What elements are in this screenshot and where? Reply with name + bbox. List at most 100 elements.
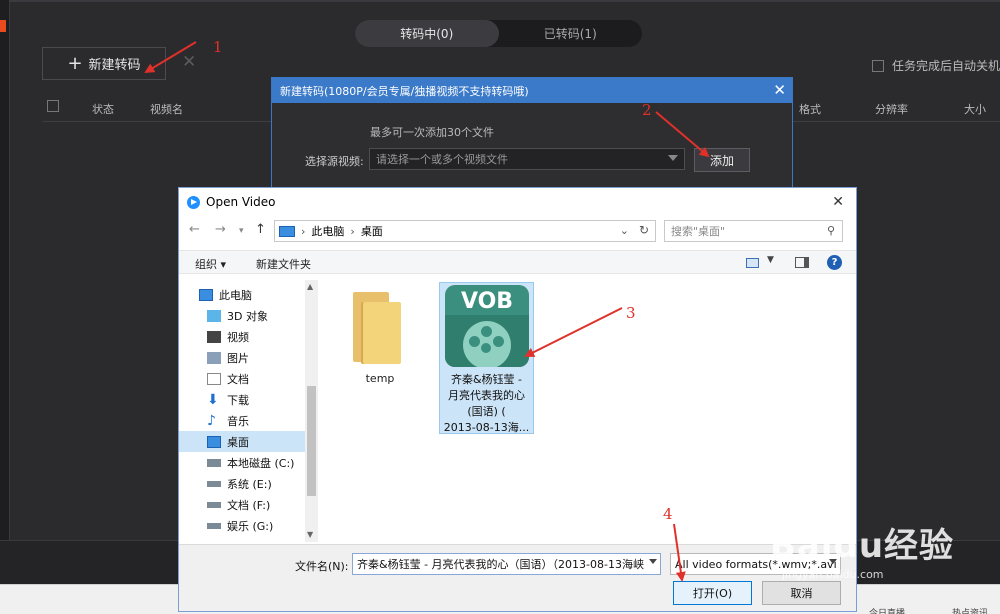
- tree-item-this-pc[interactable]: 此电脑: [199, 284, 319, 305]
- view-icon[interactable]: [746, 258, 759, 268]
- auto-shutdown-option[interactable]: 任务完成后自动关机: [871, 57, 1000, 74]
- chevron-down-icon[interactable]: ▼: [767, 255, 774, 265]
- chevron-right-icon: ›: [350, 224, 355, 238]
- vob-file-icon[interactable]: VOB: [445, 285, 529, 367]
- app-sidebar: [0, 0, 10, 540]
- tree-item-label: 此电脑: [219, 288, 252, 302]
- close-icon[interactable]: ✕: [182, 52, 196, 72]
- tree-item-downloads[interactable]: ⬇ 下载: [207, 389, 319, 410]
- vob-name-line: 月亮代表我的心: [448, 389, 525, 402]
- tree-item-label: 图片: [227, 351, 249, 365]
- reel-hole: [481, 343, 491, 353]
- tree-item-label: 本地磁盘 (C:): [227, 456, 295, 470]
- address-bar[interactable]: › 此电脑 › 桌面 ⌄ ↻: [274, 220, 656, 242]
- watermark-text: Baidu经验: [770, 526, 955, 566]
- baidu-watermark: Baidu经验 jingyan.baidu.com: [764, 500, 1000, 581]
- source-video-label: 选择源视频:: [305, 155, 364, 168]
- tree-item-videos[interactable]: 视频: [207, 326, 319, 347]
- filename-field[interactable]: 齐秦&杨钰莹 - 月亮代表我的心（国语）（2013-08-13海峡: [352, 553, 661, 575]
- tree-item-label: 娱乐 (G:): [227, 519, 274, 533]
- close-icon[interactable]: ✕: [832, 194, 844, 210]
- new-convert-dialog-title: 新建转码(1080P/会员专属/独播视频不支持转码哦): [272, 78, 792, 103]
- back-arrow-icon[interactable]: ←: [189, 222, 200, 237]
- filename-row: 文件名(N): 齐秦&杨钰莹 - 月亮代表我的心（国语）（2013-08-13海…: [179, 544, 856, 611]
- drive-icon: [207, 480, 221, 487]
- new-convert-button[interactable]: + 新建转码: [42, 47, 166, 80]
- new-convert-label: 新建转码: [88, 58, 141, 73]
- vob-name-line: (国语) (: [467, 405, 506, 418]
- col-video-name: 视频名: [150, 103, 183, 116]
- forward-arrow-icon[interactable]: →: [215, 222, 226, 237]
- tree-scrollbar[interactable]: ▲ ▼: [305, 280, 318, 542]
- tab-converted[interactable]: 已转码(1): [499, 20, 643, 47]
- drive-icon: [207, 501, 221, 508]
- chevron-down-icon[interactable]: ⌄: [620, 224, 629, 237]
- close-icon[interactable]: ✕: [773, 81, 786, 99]
- status-tabs: 转码中(0) 已转码(1): [355, 20, 642, 47]
- col-size: 大小: [964, 103, 986, 116]
- recent-dropdown-icon[interactable]: ▾: [239, 226, 244, 236]
- col-format: 格式: [799, 103, 821, 116]
- tree-item-desktop[interactable]: 桌面: [179, 431, 305, 452]
- reel-hole: [469, 336, 480, 347]
- tree-item-drive-g[interactable]: 娱乐 (G:): [207, 515, 319, 536]
- tree-item-drive-f[interactable]: 文档 (F:): [207, 494, 319, 515]
- scroll-up-icon[interactable]: ▲: [307, 282, 313, 291]
- pictures-icon: [207, 351, 221, 364]
- new-folder-button[interactable]: 新建文件夹: [256, 256, 311, 272]
- reel-hole: [493, 336, 504, 347]
- drive-icon: [207, 458, 221, 467]
- file-item-vob-name[interactable]: 齐秦&杨钰莹 - 月亮代表我的心 (国语) ( 2013-08-13海...: [440, 372, 533, 436]
- file-item-temp[interactable]: temp: [355, 372, 405, 385]
- tree-item-label: 音乐: [227, 414, 249, 428]
- file-limit-hint: 最多可一次添加30个文件: [370, 126, 494, 139]
- breadcrumb-this-pc[interactable]: 此电脑: [311, 223, 344, 239]
- tab-converting[interactable]: 转码中(0): [355, 20, 499, 47]
- tree-item-pictures[interactable]: 图片: [207, 347, 319, 368]
- col-status: 状态: [92, 103, 114, 116]
- tree-item-drive-e[interactable]: 系统 (E:): [207, 473, 319, 494]
- annotation-label-1: 1: [213, 38, 223, 56]
- plus-icon: +: [67, 52, 83, 74]
- preview-pane-icon[interactable]: [795, 257, 809, 268]
- breadcrumb-desktop[interactable]: 桌面: [361, 223, 383, 239]
- scroll-down-icon[interactable]: ▼: [307, 530, 313, 539]
- help-icon[interactable]: ?: [827, 255, 842, 270]
- vob-name-line: 齐秦&杨钰莹 -: [450, 373, 523, 386]
- tree-item-documents[interactable]: 文档: [207, 368, 319, 389]
- video-icon: [207, 330, 221, 343]
- drive-icon: [207, 522, 221, 529]
- scrollbar-thumb[interactable]: [307, 386, 316, 496]
- cancel-button[interactable]: 取消: [762, 581, 841, 605]
- tree-item-music[interactable]: ♪ 音乐: [207, 410, 319, 431]
- auto-shutdown-checkbox[interactable]: [871, 59, 884, 72]
- film-reel-icon: [463, 321, 511, 367]
- search-input[interactable]: 搜索"桌面" ⚲: [664, 220, 843, 242]
- annotation-label-4: 4: [663, 505, 673, 523]
- open-button[interactable]: 打开(O): [673, 581, 752, 605]
- refresh-icon[interactable]: ↻: [639, 223, 649, 237]
- tree-item-label: 下载: [227, 393, 249, 407]
- add-button[interactable]: 添加: [694, 148, 750, 172]
- taskbar-live[interactable]: 今日直播: [869, 606, 905, 614]
- taskbar-news[interactable]: 热点资讯: [952, 606, 988, 614]
- chevron-down-icon[interactable]: [649, 559, 657, 564]
- folder-front: [363, 302, 401, 364]
- organize-button[interactable]: 组织 ▾: [195, 256, 226, 272]
- folder-icon[interactable]: [353, 292, 401, 364]
- 3d-objects-icon: [207, 309, 221, 322]
- navigation-bar: ← → ▾ ↑ › 此电脑 › 桌面 ⌄ ↻ 搜索"桌面" ⚲: [179, 218, 856, 244]
- filename-value: 齐秦&杨钰莹 - 月亮代表我的心（国语）（2013-08-13海峡: [357, 558, 644, 571]
- reel-hole: [481, 326, 492, 337]
- up-arrow-icon[interactable]: ↑: [255, 222, 266, 237]
- watermark-url: jingyan.baidu.com: [782, 568, 884, 581]
- vob-name-line: 2013-08-13海...: [443, 421, 530, 434]
- tree-item-drive-c[interactable]: 本地磁盘 (C:): [207, 452, 319, 473]
- select-all-checkbox[interactable]: [47, 100, 59, 112]
- source-video-select[interactable]: 请选择一个或多个视频文件: [369, 148, 685, 170]
- open-dialog-title: Open Video: [206, 195, 276, 209]
- tree-item-3d-objects[interactable]: 3D 对象: [207, 305, 319, 326]
- navigation-tree: 此电脑 3D 对象 视频 图片 文档 ⬇ 下载 ♪ 音乐 桌面 本地磁盘 (C:…: [179, 280, 319, 542]
- open-video-dialog: Open Video ✕ ← → ▾ ↑ › 此电脑 › 桌面 ⌄ ↻ 搜索"桌…: [178, 187, 857, 612]
- open-dialog-titlebar: Open Video: [179, 188, 856, 216]
